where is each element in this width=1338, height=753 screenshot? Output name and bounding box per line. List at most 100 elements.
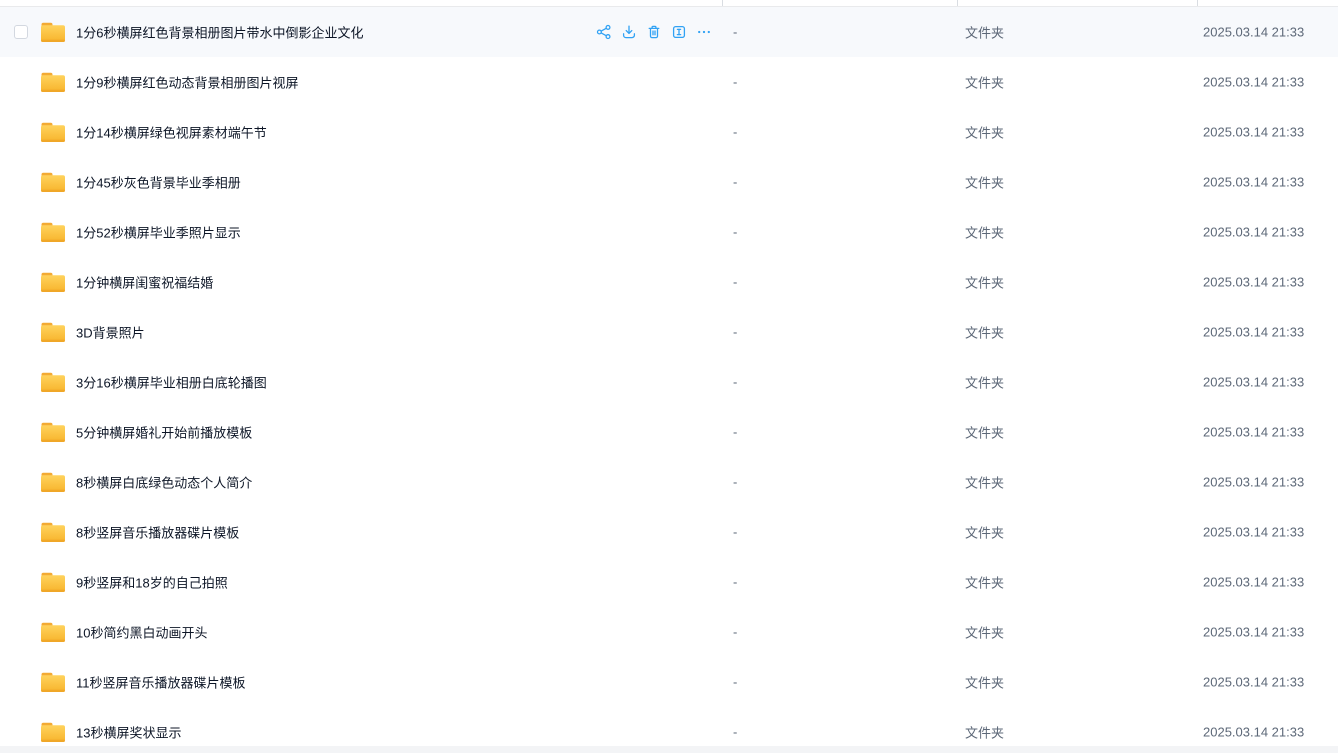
file-type: 文件夹 xyxy=(965,423,1004,442)
file-name[interactable]: 8秒竖屏音乐播放器碟片模板 xyxy=(76,523,239,542)
column-separator-tick xyxy=(957,0,958,6)
file-type: 文件夹 xyxy=(965,573,1004,592)
file-date: 2025.03.14 21:33 xyxy=(1203,725,1304,740)
file-type: 文件夹 xyxy=(965,23,1004,42)
file-name[interactable]: 1分9秒横屏红色动态背景相册图片视屏 xyxy=(76,73,298,92)
table-row[interactable]: 1分6秒横屏红色背景相册图片带水中倒影企业文化 xyxy=(0,7,1338,57)
file-name[interactable]: 1分45秒灰色背景毕业季相册 xyxy=(76,173,241,192)
file-date: 2025.03.14 21:33 xyxy=(1203,675,1304,690)
table-row[interactable]: 1分52秒横屏毕业季照片显示 - xyxy=(0,207,1338,257)
folder-icon xyxy=(40,471,66,493)
folder-icon xyxy=(40,71,66,93)
file-type: 文件夹 xyxy=(965,723,1004,742)
table-row[interactable]: 10秒简约黑白动画开头 - xyxy=(0,607,1338,657)
file-date: 2025.03.14 21:33 xyxy=(1203,475,1304,490)
table-row[interactable]: 9秒竖屏和18岁的自己拍照 - xyxy=(0,557,1338,607)
folder-icon xyxy=(40,21,66,43)
folder-icon xyxy=(40,671,66,693)
file-size: - xyxy=(733,625,737,640)
rename-icon[interactable] xyxy=(671,24,687,40)
row-checkbox[interactable] xyxy=(14,25,28,39)
folder-icon xyxy=(40,221,66,243)
file-date: 2025.03.14 21:33 xyxy=(1203,75,1304,90)
file-size: - xyxy=(733,675,737,690)
file-date: 2025.03.14 21:33 xyxy=(1203,25,1304,40)
folder-icon xyxy=(40,521,66,543)
file-date: 2025.03.14 21:33 xyxy=(1203,375,1304,390)
file-name[interactable]: 3D背景照片 xyxy=(76,323,145,342)
folder-icon xyxy=(40,721,66,743)
table-row[interactable]: 8秒横屏白底绿色动态个人简介 - xyxy=(0,457,1338,507)
table-row[interactable]: 1分9秒横屏红色动态背景相册图片视屏 xyxy=(0,57,1338,107)
file-date: 2025.03.14 21:33 xyxy=(1203,175,1304,190)
bottom-strip xyxy=(0,746,1338,753)
file-date: 2025.03.14 21:33 xyxy=(1203,325,1304,340)
folder-icon xyxy=(40,621,66,643)
file-size: - xyxy=(733,575,737,590)
table-row[interactable]: 3分16秒横屏毕业相册白底轮播图 xyxy=(0,357,1338,407)
row-actions xyxy=(596,24,712,40)
file-date: 2025.03.14 21:33 xyxy=(1203,125,1304,140)
file-date: 2025.03.14 21:33 xyxy=(1203,575,1304,590)
file-name[interactable]: 1分52秒横屏毕业季照片显示 xyxy=(76,223,241,242)
file-type: 文件夹 xyxy=(965,73,1004,92)
table-row[interactable]: 5分钟横屏婚礼开始前播放模板 - xyxy=(0,407,1338,457)
table-row[interactable]: 8秒竖屏音乐播放器碟片模板 - xyxy=(0,507,1338,557)
table-row[interactable]: 1分钟横屏闺蜜祝福结婚 - xyxy=(0,257,1338,307)
table-row[interactable]: 3D背景照片 - 文件夹 xyxy=(0,307,1338,357)
file-type: 文件夹 xyxy=(965,223,1004,242)
file-type: 文件夹 xyxy=(965,523,1004,542)
file-name[interactable]: 1分14秒横屏绿色视屏素材端午节 xyxy=(76,123,267,142)
file-date: 2025.03.14 21:33 xyxy=(1203,625,1304,640)
file-size: - xyxy=(733,375,737,390)
file-date: 2025.03.14 21:33 xyxy=(1203,275,1304,290)
file-type: 文件夹 xyxy=(965,173,1004,192)
file-name[interactable]: 1分6秒横屏红色背景相册图片带水中倒影企业文化 xyxy=(76,23,363,42)
file-date: 2025.03.14 21:33 xyxy=(1203,225,1304,240)
file-size: - xyxy=(733,475,737,490)
file-list: 1分6秒横屏红色背景相册图片带水中倒影企业文化 xyxy=(0,7,1338,753)
file-type: 文件夹 xyxy=(965,623,1004,642)
column-separator-tick xyxy=(722,0,723,6)
download-icon[interactable] xyxy=(621,24,637,40)
table-row[interactable]: 1分45秒灰色背景毕业季相册 - xyxy=(0,157,1338,207)
file-name[interactable]: 13秒横屏奖状显示 xyxy=(76,723,181,742)
file-size: - xyxy=(733,275,737,290)
file-type: 文件夹 xyxy=(965,373,1004,392)
folder-icon xyxy=(40,571,66,593)
file-type: 文件夹 xyxy=(965,323,1004,342)
column-separator-tick xyxy=(1197,0,1198,6)
file-name[interactable]: 8秒横屏白底绿色动态个人简介 xyxy=(76,473,252,492)
folder-icon xyxy=(40,121,66,143)
file-name[interactable]: 1分钟横屏闺蜜祝福结婚 xyxy=(76,273,213,292)
more-icon[interactable] xyxy=(696,24,712,40)
file-type: 文件夹 xyxy=(965,473,1004,492)
file-name[interactable]: 10秒简约黑白动画开头 xyxy=(76,623,207,642)
file-date: 2025.03.14 21:33 xyxy=(1203,525,1304,540)
file-size: - xyxy=(733,425,737,440)
table-row[interactable]: 11秒竖屏音乐播放器碟片模板 - xyxy=(0,657,1338,707)
list-header-remnant xyxy=(0,0,1338,7)
file-size: - xyxy=(733,75,737,90)
folder-icon xyxy=(40,321,66,343)
file-size: - xyxy=(733,25,737,40)
file-name[interactable]: 3分16秒横屏毕业相册白底轮播图 xyxy=(76,373,267,392)
file-size: - xyxy=(733,325,737,340)
file-name[interactable]: 9秒竖屏和18岁的自己拍照 xyxy=(76,573,228,592)
file-size: - xyxy=(733,725,737,740)
file-name[interactable]: 11秒竖屏音乐播放器碟片模板 xyxy=(76,673,246,692)
file-manager: 1分6秒横屏红色背景相册图片带水中倒影企业文化 xyxy=(0,0,1338,753)
file-type: 文件夹 xyxy=(965,273,1004,292)
file-name[interactable]: 5分钟横屏婚礼开始前播放模板 xyxy=(76,423,252,442)
delete-icon[interactable] xyxy=(646,24,662,40)
folder-icon xyxy=(40,371,66,393)
share-icon[interactable] xyxy=(596,24,612,40)
file-type: 文件夹 xyxy=(965,123,1004,142)
file-size: - xyxy=(733,525,737,540)
folder-icon xyxy=(40,171,66,193)
file-date: 2025.03.14 21:33 xyxy=(1203,425,1304,440)
table-row[interactable]: 1分14秒横屏绿色视屏素材端午节 xyxy=(0,107,1338,157)
file-size: - xyxy=(733,175,737,190)
file-type: 文件夹 xyxy=(965,673,1004,692)
file-size: - xyxy=(733,225,737,240)
